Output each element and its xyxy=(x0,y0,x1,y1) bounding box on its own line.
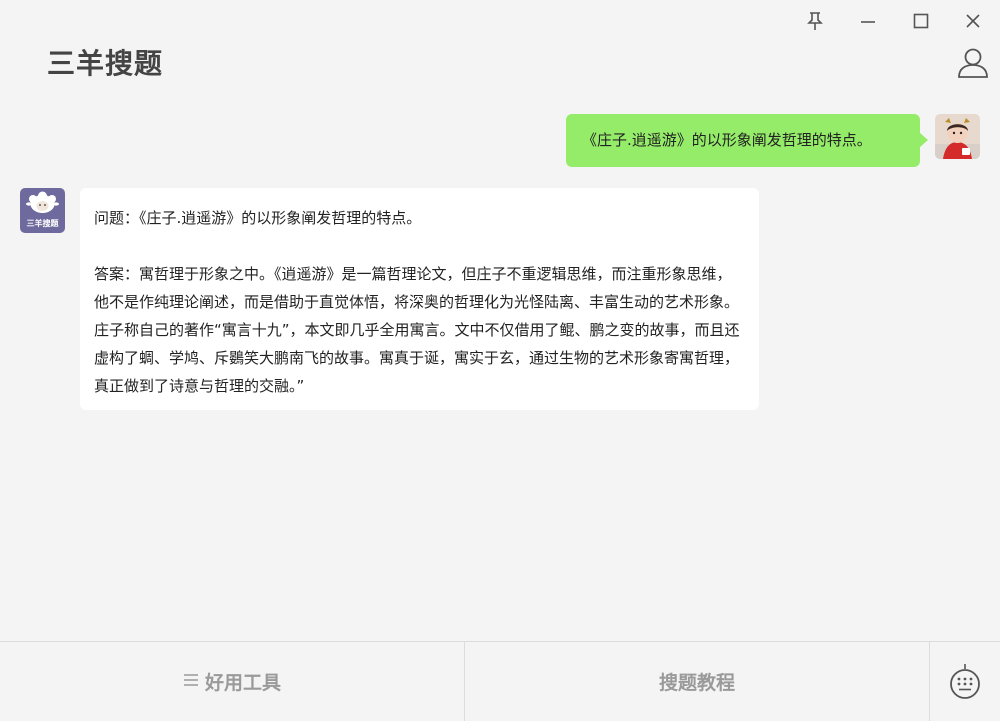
title-bar: 三羊搜题 xyxy=(0,0,1000,100)
keyboard-icon[interactable] xyxy=(946,662,984,702)
user-avatar xyxy=(935,114,980,159)
close-icon[interactable] xyxy=(960,8,986,34)
tutorial-tab[interactable]: 搜题教程 xyxy=(465,642,929,721)
user-message-bubble: 《庄子.逍遥游》的以形象阐发哲理的特点。 xyxy=(566,114,928,167)
bottom-divider xyxy=(929,642,930,721)
bot-message-bubble: 问题：《庄子.逍遥游》的以形象阐发哲理的特点。 答案：寓哲理于形象之中。《逍遥游… xyxy=(80,188,759,410)
menu-icon xyxy=(183,672,199,691)
bottom-bar: 好用工具 搜题教程 xyxy=(0,641,1000,721)
app-title: 三羊搜题 xyxy=(47,47,164,80)
tools-tab-label: 好用工具 xyxy=(204,672,281,694)
bot-answer-text: 答案：寓哲理于形象之中。《逍遥游》是一篇哲理论文，但庄子不重逻辑思维，而注重形象… xyxy=(94,265,740,395)
minimize-icon[interactable] xyxy=(855,8,881,34)
user-profile-icon[interactable] xyxy=(956,46,990,80)
pin-icon[interactable] xyxy=(802,8,828,34)
bot-question-text: 问题：《庄子.逍遥游》的以形象阐发哲理的特点。 xyxy=(94,209,422,227)
bot-avatar-label: 三羊搜题 xyxy=(27,218,60,228)
maximize-icon[interactable] xyxy=(908,8,934,34)
tools-tab[interactable]: 好用工具 xyxy=(0,642,464,721)
bot-avatar: 三羊搜题 xyxy=(20,188,65,233)
tutorial-tab-label: 搜题教程 xyxy=(658,672,735,694)
